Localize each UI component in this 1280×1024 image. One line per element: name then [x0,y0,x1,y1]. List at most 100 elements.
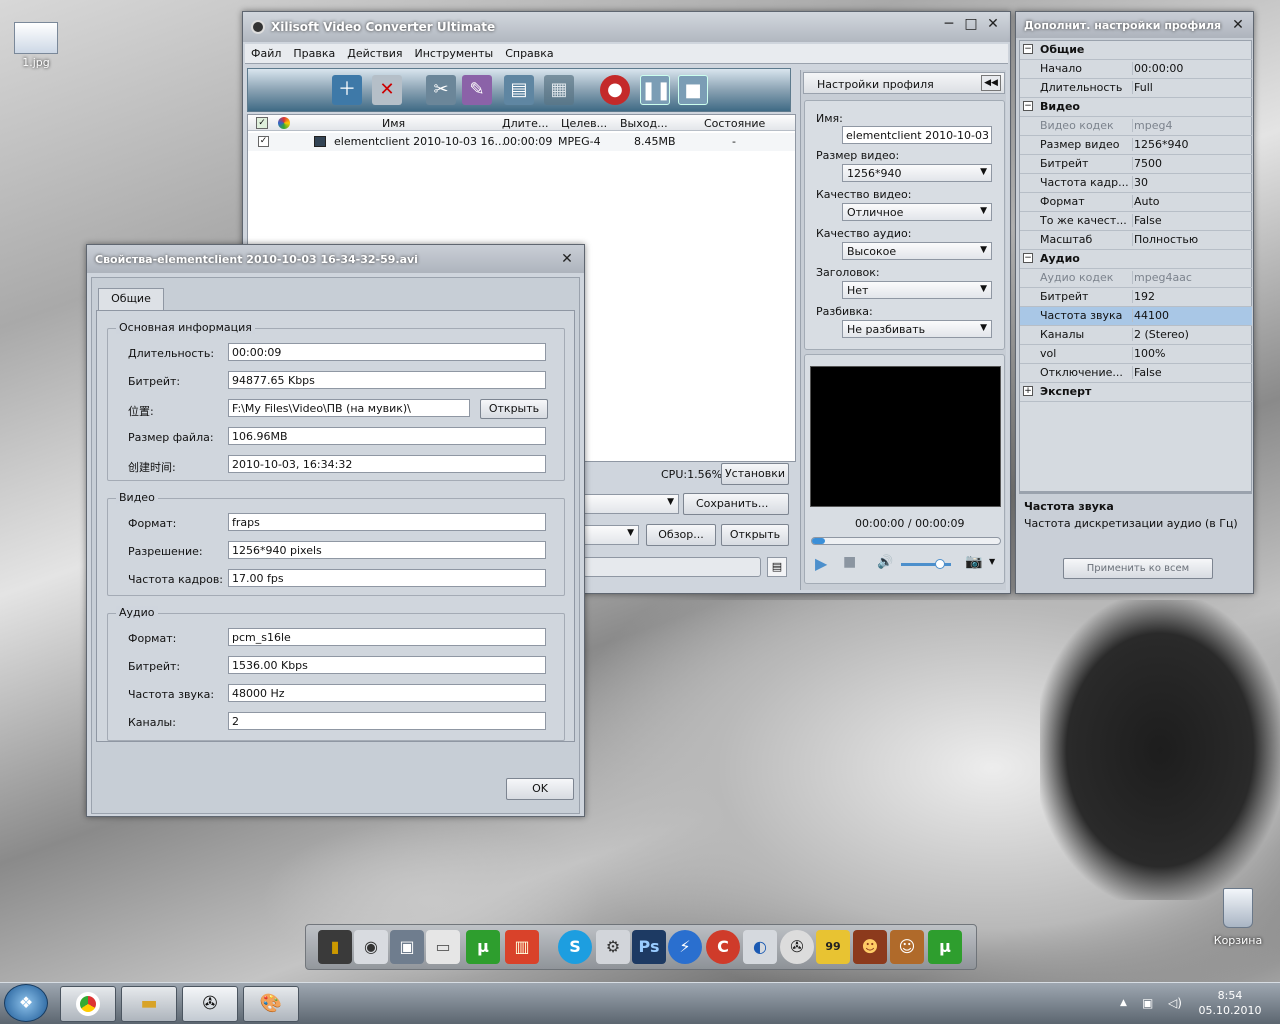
snapshot-icon[interactable]: 📷 [965,554,982,570]
property-category[interactable]: − Аудио [1020,250,1252,269]
expand-icon[interactable]: + [1023,386,1033,396]
property-row[interactable]: Частота кадр... 30 [1020,174,1252,193]
property-value[interactable]: 100% [1132,347,1250,360]
collapse-icon[interactable]: − [1023,253,1033,263]
property-row[interactable]: vol 100% [1020,345,1252,364]
col-name[interactable]: Имя [382,117,405,130]
property-row[interactable]: Отключение... False [1020,364,1252,383]
property-value[interactable]: Auto [1132,195,1250,208]
apply-all-button[interactable]: Применить ко всем [1063,558,1213,579]
magnet-icon[interactable]: C [706,930,740,964]
close-button[interactable]: ✕ [558,250,576,268]
save-as-button[interactable]: Сохранить... [683,493,789,515]
select-all-checkbox[interactable]: ✓ [256,117,268,129]
menu-actions[interactable]: Действия [341,47,408,60]
taskbar-paint[interactable]: 🎨 [243,986,299,1022]
video-format-field[interactable] [228,513,546,531]
add-file-button[interactable]: ＋ [332,75,362,105]
file-size-field[interactable] [228,427,546,445]
property-row[interactable]: Начало 00:00:00 [1020,60,1252,79]
collapse-icon[interactable]: − [1023,101,1033,111]
archive-icon[interactable]: ▥ [505,930,539,964]
add-profile-button[interactable]: ▤ [504,75,534,105]
badge-99-icon[interactable]: 99 [816,930,850,964]
property-value[interactable]: 2 (Stereo) [1132,328,1250,341]
property-row[interactable]: То же качест... False [1020,212,1252,231]
video-reel-icon[interactable]: ✇ [780,930,814,964]
output-folder-select[interactable]: ▼ [583,525,639,545]
play-icon[interactable]: ▶ [815,554,827,573]
game-icon[interactable]: ☻ [853,930,887,964]
clip-button[interactable]: ✂ [426,75,456,105]
location-field[interactable] [228,399,470,417]
property-value[interactable]: Full [1132,81,1250,94]
volume-knob[interactable] [935,559,945,569]
col-target[interactable]: Целев... [561,117,607,130]
browse-button[interactable]: Обзор... [646,524,716,546]
stop-icon[interactable]: ■ [843,554,856,570]
fps-field[interactable] [228,569,546,587]
property-category[interactable]: + Эксперт [1020,383,1252,402]
tab-general[interactable]: Общие [98,288,164,310]
video-size-select[interactable]: 1256*940 ▼ [842,164,992,182]
volume-icon[interactable]: 🔊 [877,555,893,570]
property-value[interactable]: 44100 [1132,309,1250,322]
menu-tools[interactable]: Инструменты [408,47,499,60]
pause-button[interactable]: ❚❚ [640,75,671,105]
property-value[interactable]: 00:00:00 [1132,62,1250,75]
property-row[interactable]: Частота звука 44100 [1020,307,1252,326]
taskbar-explorer[interactable]: ▬ [121,986,177,1022]
clock[interactable]: 8:54 05.10.2010 [1192,988,1268,1018]
stop-button[interactable]: ■ [678,75,708,105]
effects-button[interactable]: ✎ [462,75,492,105]
resolution-field[interactable] [228,541,546,559]
taskbar-chrome[interactable] [60,986,116,1022]
property-value[interactable]: 30 [1132,176,1250,189]
collapse-icon[interactable]: − [1023,44,1033,54]
property-value[interactable]: 192 [1132,290,1250,303]
table-row[interactable]: ✓ elementclient 2010-10-03 16... 00:00:0… [248,133,795,151]
property-value[interactable]: mpeg4 [1132,119,1250,132]
property-value[interactable]: False [1132,366,1250,379]
convert-button[interactable]: ● [600,75,630,105]
tray-arrow-icon[interactable]: ▲ [1120,998,1127,1008]
open-location-button[interactable]: Открыть [480,399,548,419]
audio-bitrate-field[interactable] [228,656,546,674]
col-duration[interactable]: Длите... [502,117,548,130]
settings-button[interactable]: Установки [721,463,789,485]
col-status[interactable]: Состояние [704,117,765,130]
property-row[interactable]: Размер видео 1256*940 [1020,136,1252,155]
property-category[interactable]: − Видео [1020,98,1252,117]
gta-icon[interactable]: ☺ [890,930,924,964]
log-icon[interactable]: ▤ [767,557,787,577]
property-value[interactable]: 7500 [1132,157,1250,170]
utorrent-icon[interactable]: µ [466,930,500,964]
sample-rate-field[interactable] [228,684,546,702]
volume-slider[interactable] [901,559,951,569]
player-icon[interactable]: ▮ [318,930,352,964]
lightning-icon[interactable]: ⚡ [668,930,702,964]
minimize-button[interactable]: ─ [940,15,958,33]
drive-icon[interactable]: ▭ [426,930,460,964]
audio-format-field[interactable] [228,628,546,646]
audio-quality-select[interactable]: Высокое ▼ [842,242,992,260]
camera-icon[interactable]: ◉ [354,930,388,964]
property-value[interactable]: mpeg4aac [1132,271,1250,284]
property-value[interactable]: Полностью [1132,233,1250,246]
property-row[interactable]: Битрейт 192 [1020,288,1252,307]
property-row[interactable]: Длительность Full [1020,79,1252,98]
start-button[interactable]: ❖ [4,984,48,1022]
profile-select[interactable]: ▼ [583,494,679,514]
menu-file[interactable]: Файл [245,47,287,60]
network-icon[interactable]: ▣ [1142,996,1153,1010]
maximize-button[interactable]: □ [962,15,980,33]
property-row[interactable]: Аудио кодек mpeg4aac [1020,269,1252,288]
menu-edit[interactable]: Правка [287,47,341,60]
close-button[interactable]: ✕ [984,15,1002,33]
seek-bar[interactable] [811,537,1001,545]
volume-tray-icon[interactable]: ◁) [1168,996,1182,1010]
video-quality-select[interactable]: Отличное ▼ [842,203,992,221]
utorrent-icon-2[interactable]: µ [928,930,962,964]
channels-field[interactable] [228,712,546,730]
property-value[interactable]: 1256*940 [1132,138,1250,151]
